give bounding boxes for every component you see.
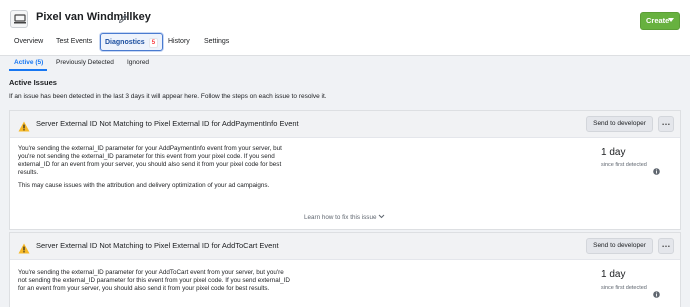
issue-header: Server External ID Not Matching to Pixel…	[10, 233, 680, 260]
section-heading: Active Issues	[9, 78, 57, 87]
active-subtab-indicator	[9, 69, 47, 71]
info-icon[interactable]	[653, 285, 660, 303]
tab-overview[interactable]: Overview	[14, 33, 43, 51]
since-first-detected: since first detected	[601, 285, 647, 291]
send-to-developer-button[interactable]: Send to developer	[586, 116, 653, 132]
more-icon[interactable]: …	[658, 116, 674, 132]
issue-description: You're sending the external_ID parameter…	[18, 269, 293, 298]
days-count: 1 day	[601, 147, 626, 158]
warning-icon	[18, 119, 30, 137]
monitor-icon	[10, 10, 28, 28]
tab-test-events[interactable]: Test Events	[56, 33, 92, 51]
main-tabs: Overview Test Events Diagnostics 5 Histor…	[0, 33, 690, 55]
create-button[interactable]: Create	[640, 12, 680, 30]
section-description: If an issue has been detected in the las…	[9, 93, 327, 100]
subtab-previously-detected[interactable]: Previously Detected	[56, 59, 114, 66]
info-icon[interactable]	[653, 162, 660, 180]
learn-link-label: Learn how to fix this issue	[304, 214, 377, 221]
warning-icon	[18, 241, 30, 259]
issue-body-paragraph: You're sending the external_ID parameter…	[18, 269, 290, 292]
issue-card: Server External ID Not Matching to Pixel…	[9, 110, 681, 230]
issue-title: Server External ID Not Matching to Pixel…	[36, 241, 279, 250]
issue-card: Server External ID Not Matching to Pixel…	[9, 232, 681, 307]
days-count: 1 day	[601, 269, 626, 280]
subtab-active[interactable]: Active (5)	[14, 59, 43, 66]
tab-history[interactable]: History	[168, 33, 190, 51]
page-header: Pixel van Windmillkey Create Overview Te…	[0, 0, 690, 56]
issue-description: You're sending the external_ID parameter…	[18, 145, 293, 195]
issue-title: Server External ID Not Matching to Pixel…	[36, 119, 299, 128]
tab-diagnostics[interactable]: Diagnostics 5	[100, 33, 164, 51]
chevron-down-icon	[668, 18, 674, 22]
pixel-name: Pixel van Windmillkey	[36, 11, 151, 23]
tab-settings[interactable]: Settings	[204, 33, 229, 51]
more-icon[interactable]: …	[658, 238, 674, 254]
issue-body-paragraph: You're sending the external_ID parameter…	[18, 145, 282, 176]
issue-header: Server External ID Not Matching to Pixel…	[10, 111, 680, 138]
send-to-developer-button[interactable]: Send to developer	[586, 238, 653, 254]
chevron-down-icon	[378, 214, 385, 221]
issue-body-paragraph: This may cause issues with the attributi…	[18, 182, 270, 189]
sub-tabs: Active (5) Previously Detected Ignored	[0, 56, 690, 72]
create-label: Create	[646, 16, 670, 25]
tab-diagnostics-label: Diagnostics	[105, 39, 145, 46]
diagnostics-count-badge: 5	[148, 38, 159, 48]
learn-how-to-fix-link[interactable]: Learn how to fix this issue	[304, 214, 385, 221]
pencil-icon[interactable]	[118, 11, 128, 29]
since-first-detected: since first detected	[601, 162, 647, 168]
subtab-ignored[interactable]: Ignored	[127, 59, 149, 66]
